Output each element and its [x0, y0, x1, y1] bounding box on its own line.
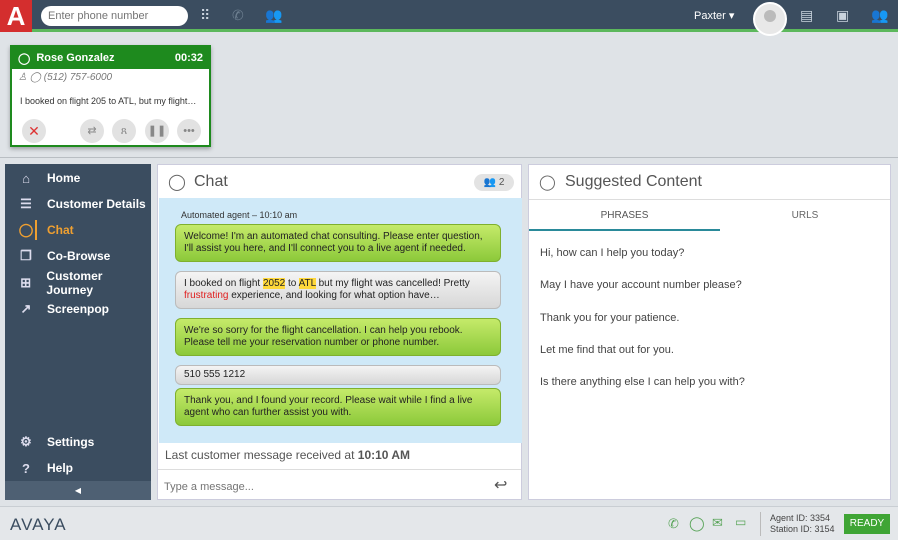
sidebar-item-label: Home	[47, 171, 81, 185]
notes-icon[interactable]: ▤	[800, 7, 813, 24]
sms-channel-icon[interactable]: ▭	[735, 515, 746, 529]
phone-channel-icon[interactable]: ✆	[668, 516, 679, 532]
phrase-item[interactable]: Is there anything else I can help you wi…	[540, 376, 745, 388]
active-call-card[interactable]: ◯ Rose Gonzalez 00:32 ♙ ◯ (512) 757-6000…	[10, 45, 211, 147]
sidebar-item-help[interactable]: ? Help	[5, 455, 151, 481]
home-icon: ⌂	[22, 170, 30, 186]
sidebar-item-settings[interactable]: ⚙ Settings	[5, 429, 151, 455]
tab-phrases[interactable]: PHRASES	[529, 200, 720, 231]
sidebar-item-co-browse[interactable]: ❐ Co-Browse	[5, 243, 151, 269]
participants-badge[interactable]: 👥 2	[474, 174, 514, 191]
sidebar-item-home[interactable]: ⌂ Home	[5, 165, 151, 191]
customer-name: Rose Gonzalez	[36, 52, 115, 64]
sidebar-item-label: Customer Details	[47, 197, 146, 211]
sidebar-item-label: Help	[47, 461, 74, 475]
chat-icon: ◯	[29, 72, 41, 83]
suggestions-icon: ◯	[539, 174, 556, 191]
phone-icon[interactable]: ✆	[232, 7, 244, 24]
sidebar-item-label: Co-Browse	[47, 249, 111, 263]
agent-message: Welcome! I'm an automated chat consultin…	[175, 224, 501, 262]
help-icon: ?	[22, 460, 30, 476]
agent-message: Thank you, and I found your record. Plea…	[175, 388, 501, 426]
message-input[interactable]	[164, 477, 484, 497]
phrase-item[interactable]: May I have your account number please?	[540, 279, 742, 291]
send-icon[interactable]: ↩	[494, 475, 507, 495]
footer: AVAYA ✆ ◯ ✉ ▭ Agent ID: 3354 Station ID: …	[0, 506, 898, 540]
phrase-item[interactable]: Thank you for your patience.	[540, 312, 679, 324]
customer-message: I booked on flight 2052 to ATL but my fl…	[175, 271, 501, 309]
journey-icon: ⊞	[20, 275, 32, 290]
dialpad-icon[interactable]: ⠿	[200, 7, 210, 24]
person-icon: ♙	[18, 72, 27, 83]
customer-phone: (512) 757-6000	[43, 72, 113, 83]
gear-icon: ⚙	[20, 434, 32, 449]
customer-phone-row: ♙ ◯ (512) 757-6000	[12, 69, 209, 86]
chat-channel-icon[interactable]: ◯	[689, 515, 705, 532]
people-icon: 👥	[483, 177, 497, 188]
call-timer: 00:32	[174, 52, 203, 64]
collapse-sidebar-button[interactable]: ◀	[5, 481, 151, 500]
sidebar-item-customer-details[interactable]: ☰ Customer Details	[5, 191, 151, 217]
sidebar-item-screenpop[interactable]: ↗ Screenpop	[5, 296, 151, 322]
customer-message: 510 555 1212	[175, 365, 501, 385]
hold-button[interactable]: ❚❚	[145, 119, 169, 143]
sidebar: ⌂ Home ☰ Customer Details ◯ Chat ❐ Co-Browse…	[5, 164, 151, 500]
avaya-brand: AVAYA	[10, 515, 67, 534]
co-browse-icon: ❐	[20, 248, 32, 263]
agent-message: We're so sorry for the flight cancellati…	[175, 318, 501, 356]
email-channel-icon[interactable]: ✉	[712, 515, 723, 531]
chat-icon: ◯	[18, 222, 34, 237]
tab-urls[interactable]: URLS	[720, 200, 890, 231]
divider	[158, 469, 521, 470]
avatar[interactable]	[753, 2, 787, 36]
chat-transcript[interactable]: Automated agent – 10:10 am Welcome! I'm …	[159, 198, 522, 443]
phrase-item[interactable]: Hi, how can I help you today?	[540, 247, 684, 259]
panel-title: Suggested Content	[565, 173, 702, 190]
suggested-content-panel: ◯ Suggested Content PHRASES URLS Hi, how…	[528, 164, 891, 500]
transfer-button[interactable]: ⇄	[80, 119, 104, 143]
agent-info: Agent ID: 3354 Station ID: 3154	[770, 513, 835, 534]
sidebar-item-label: Screenpop	[47, 302, 110, 316]
participant-count: 2	[498, 177, 505, 188]
user-menu[interactable]: Paxter ▾	[694, 9, 734, 22]
call-card-header: ◯ Rose Gonzalez 00:32	[12, 47, 209, 69]
chat-panel: ◯ Chat 👥 2 Automated agent – 10:10 am We…	[157, 164, 522, 500]
sidebar-item-label: Chat	[47, 223, 74, 237]
team-icon[interactable]: 👥	[871, 7, 888, 24]
more-button[interactable]: •••	[177, 119, 201, 143]
sidebar-item-label: Customer Journey	[46, 269, 103, 297]
agent-label: Automated agent – 10:10 am	[181, 210, 298, 220]
chat-icon: ◯	[168, 174, 186, 191]
message-preview: I booked on flight 205 to ATL, but my fl…	[20, 96, 197, 106]
sidebar-item-chat[interactable]: ◯ Chat	[5, 217, 151, 243]
conference-button[interactable]: ጸ	[112, 119, 136, 143]
phrase-item[interactable]: Let me find that out for you.	[540, 344, 674, 356]
phone-number-input[interactable]	[41, 6, 188, 26]
end-chat-button[interactable]: ✕	[22, 119, 46, 143]
last-message-status: Last customer message received at 10:10 …	[165, 448, 411, 462]
chat-icon: ◯	[18, 52, 31, 65]
avaya-logo[interactable]: A	[0, 0, 32, 32]
ready-status-button[interactable]: READY	[844, 514, 890, 534]
add-contact-icon[interactable]: 👥	[265, 7, 282, 24]
divider	[0, 157, 898, 158]
customer-details-icon: ☰	[20, 196, 32, 211]
top-bar: A ⠿ ✆ 👥 Paxter ▾ ▤ ▣ 👥	[0, 0, 898, 36]
external-link-icon: ↗	[20, 301, 32, 316]
sidebar-item-label: Settings	[47, 435, 95, 449]
sidebar-item-customer-journey[interactable]: ⊞ Customer Journey	[5, 269, 151, 297]
panel-title: Chat	[194, 173, 228, 190]
contact-card-icon[interactable]: ▣	[836, 7, 849, 24]
